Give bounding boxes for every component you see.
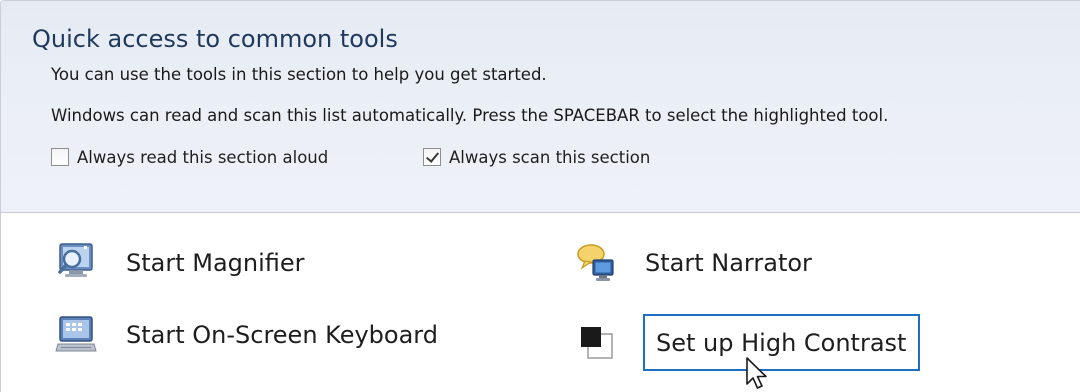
start-narrator-link[interactable]: Start Narrator <box>575 242 812 284</box>
magnifier-icon <box>55 242 97 284</box>
on-screen-keyboard-icon <box>55 314 97 356</box>
read-aloud-label: Always read this section aloud <box>77 147 329 167</box>
high-contrast-icon <box>575 322 617 364</box>
read-aloud-checkbox[interactable]: Always read this section aloud <box>51 145 328 169</box>
scan-section-checkbox[interactable]: Always scan this section <box>423 145 650 169</box>
start-on-screen-keyboard-label: Start On-Screen Keyboard <box>126 321 438 349</box>
start-narrator-label: Start Narrator <box>645 249 812 277</box>
scan-instructions: Windows can read and scan this list auto… <box>51 106 889 125</box>
section-title: Quick access to common tools <box>32 25 398 53</box>
start-on-screen-keyboard-link[interactable]: Start On-Screen Keyboard <box>55 314 438 356</box>
narrator-icon <box>575 242 617 284</box>
checkbox-checked-icon[interactable] <box>423 148 441 166</box>
quick-access-header: Quick access to common tools You can use… <box>1 1 1080 213</box>
start-magnifier-label: Start Magnifier <box>126 249 305 277</box>
section-description: You can use the tools in this section to… <box>51 65 547 84</box>
checkbox-unchecked-icon[interactable] <box>51 148 69 166</box>
mouse-pointer-icon <box>745 357 775 392</box>
focus-highlight[interactable]: Set up High Contrast <box>643 314 921 371</box>
start-magnifier-link[interactable]: Start Magnifier <box>55 242 305 284</box>
ease-of-access-panel: Quick access to common tools You can use… <box>0 0 1080 392</box>
scan-section-label: Always scan this section <box>449 147 651 167</box>
set-up-high-contrast-label: Set up High Contrast <box>656 329 907 357</box>
